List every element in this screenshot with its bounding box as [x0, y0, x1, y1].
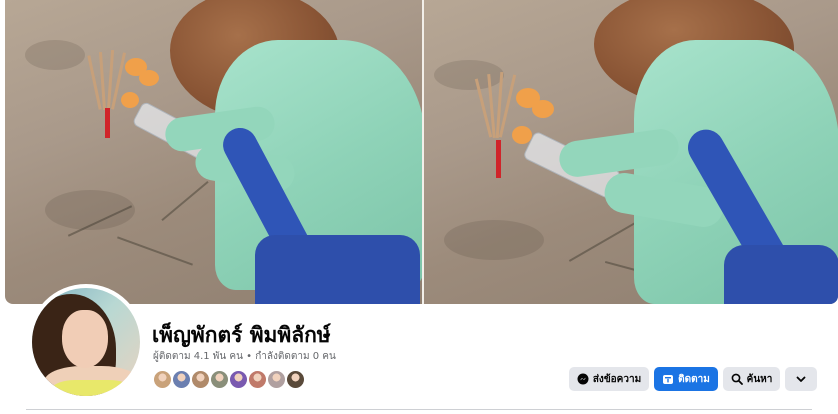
- message-button[interactable]: ส่งข้อความ: [569, 367, 649, 391]
- messenger-icon: [577, 373, 589, 385]
- section-divider: [26, 409, 812, 410]
- follow-button[interactable]: ติดตาม: [654, 367, 718, 391]
- search-button[interactable]: ค้นหา: [723, 367, 780, 391]
- follow-icon: [662, 373, 674, 385]
- follower-avatar[interactable]: [285, 369, 306, 390]
- cover-photo-right: [421, 0, 838, 304]
- search-icon: [731, 373, 743, 385]
- message-label: ส่งข้อความ: [592, 373, 642, 385]
- cover-photo-left: [5, 0, 422, 304]
- follow-label: ติดตาม: [678, 373, 710, 385]
- follower-stats[interactable]: ผู้ติดตาม 4.1 พัน คน • กำลังติดตาม 0 คน: [153, 349, 336, 364]
- follower-avatars: [152, 369, 306, 390]
- profile-avatar[interactable]: [28, 284, 144, 400]
- profile-photo: [32, 288, 140, 396]
- follower-avatar[interactable]: [190, 369, 211, 390]
- profile-page: เพ็ญพักตร์ พิมพิลักษ์ ผู้ติดตาม 4.1 พัน …: [0, 0, 838, 414]
- follower-avatar[interactable]: [171, 369, 192, 390]
- follower-avatar[interactable]: [152, 369, 173, 390]
- cover-photo[interactable]: [5, 0, 838, 304]
- follower-avatar[interactable]: [209, 369, 230, 390]
- follower-avatar[interactable]: [247, 369, 268, 390]
- follower-avatar[interactable]: [228, 369, 249, 390]
- follower-avatar[interactable]: [266, 369, 287, 390]
- search-label: ค้นหา: [746, 373, 773, 385]
- more-options-button[interactable]: [785, 367, 817, 391]
- chevron-down-icon: [795, 373, 807, 385]
- profile-name: เพ็ญพักตร์ พิมพิลักษ์: [152, 323, 331, 347]
